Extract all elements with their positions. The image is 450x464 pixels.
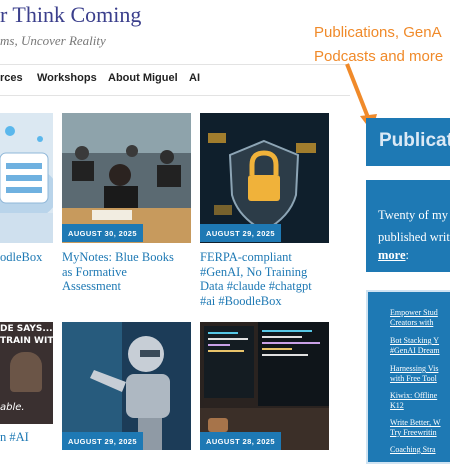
- post-date-badge: AUGUST 30, 2025: [62, 224, 143, 242]
- header-divider: [0, 64, 350, 65]
- site-tagline: ms, Uncover Reality: [0, 33, 106, 48]
- sidebar-heading-box: Publicat: [366, 118, 450, 166]
- sidebar-links-box: Empower Stud Creators with Bot Stacking Y…: [366, 290, 450, 464]
- annotation-line-1: Publications, GenA: [314, 24, 442, 41]
- sidebar-publication-link[interactable]: Write Better, W Try Freewritin: [390, 418, 441, 437]
- nav-item-about-miguel[interactable]: About Miguel: [108, 72, 178, 84]
- post-title[interactable]: n #AI: [0, 430, 52, 445]
- nav-item-resources[interactable]: rces: [0, 72, 23, 84]
- meme-text-line: DE SAYS..."Y: [0, 324, 53, 334]
- main-nav: rces Workshops About Miguel AI: [0, 72, 350, 88]
- meme-text-line: TRAIN WITH: [0, 336, 53, 346]
- sidebar-intro-text: Twenty of my: [378, 208, 448, 222]
- code-monitor-photo: [200, 322, 329, 450]
- sidebar-intro-text: published writ: [378, 230, 450, 244]
- post-title[interactable]: odleBox: [0, 250, 52, 265]
- post-thumbnail[interactable]: DE SAYS..."Y TRAIN WITH able.: [0, 322, 53, 424]
- post-title[interactable]: FERPA-compliant #GenAI, No Training Data…: [200, 250, 335, 308]
- robot-illustration: [62, 322, 191, 450]
- sidebar-more-link[interactable]: more: [378, 248, 406, 262]
- post-thumbnail[interactable]: [0, 113, 53, 243]
- meme-figure: [10, 352, 42, 392]
- sidebar-more-suffix: :: [405, 248, 410, 262]
- nav-item-ai[interactable]: AI: [189, 72, 200, 84]
- meme-text-line: able.: [0, 402, 25, 413]
- post-date-badge: AUGUST 29, 2025: [62, 432, 143, 450]
- sidebar-heading: Publicat: [379, 130, 450, 151]
- sidebar-publication-link[interactable]: Harnessing Vis with Free Tool: [390, 364, 438, 383]
- nav-item-workshops[interactable]: Workshops: [37, 72, 97, 84]
- ai-server-illustration: [0, 113, 53, 243]
- nav-divider: [0, 95, 350, 96]
- post-thumbnail[interactable]: [62, 322, 191, 450]
- sidebar-publication-link[interactable]: Bot Stacking Y #GenAI Dream: [390, 336, 440, 355]
- sidebar-publication-link[interactable]: Kiwix: Offline K12: [390, 391, 437, 410]
- post-title[interactable]: MyNotes: Blue Books as Formative Assessm…: [62, 250, 192, 294]
- sidebar-publication-link[interactable]: Empower Stud Creators with: [390, 308, 438, 327]
- site-title[interactable]: r Think Coming: [0, 2, 141, 28]
- post-date-badge: AUGUST 29, 2025: [200, 224, 281, 242]
- sidebar-intro-box: Twenty of my published writ more:: [366, 180, 450, 272]
- post-thumbnail[interactable]: [200, 322, 329, 450]
- post-date-badge: AUGUST 28, 2025: [200, 432, 281, 450]
